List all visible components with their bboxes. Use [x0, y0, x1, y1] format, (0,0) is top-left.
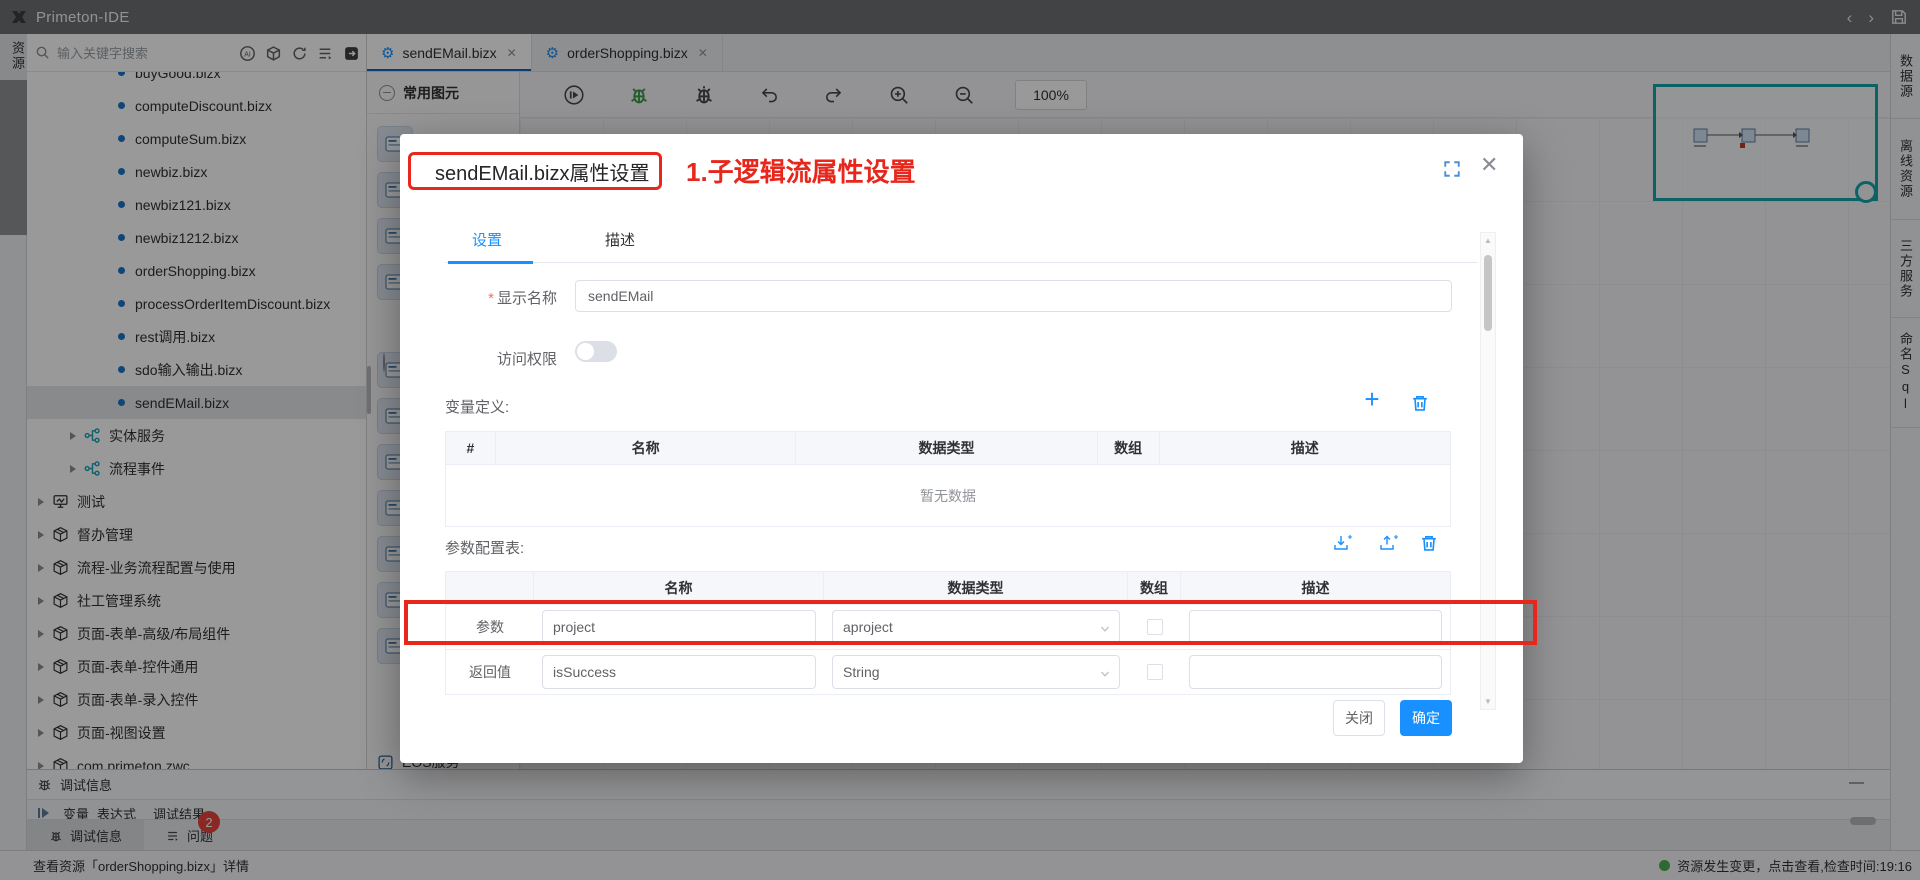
- var-col-header: #: [446, 432, 496, 464]
- param-row-返回值: 返回值isSuccess String: [446, 650, 1450, 695]
- import-params-icon[interactable]: [1333, 533, 1353, 553]
- ide-screen: Primeton-IDE ‹ › 资源 输入关键字搜索 AI buyGood.b…: [0, 0, 1920, 880]
- param-datatype-select[interactable]: String: [832, 655, 1120, 689]
- scroll-up-icon[interactable]: ▲: [1481, 236, 1495, 245]
- param-description-input[interactable]: [1189, 655, 1442, 689]
- param-name-input[interactable]: isSuccess: [542, 655, 816, 689]
- fullscreen-icon[interactable]: [1443, 160, 1461, 178]
- access-label: 访问权限: [445, 348, 557, 369]
- scroll-down-icon[interactable]: ▼: [1481, 697, 1495, 706]
- close-icon[interactable]: ✕: [1480, 152, 1498, 178]
- close-button[interactable]: 关闭: [1333, 700, 1385, 736]
- param-type-label: 返回值: [446, 650, 534, 695]
- dialog-tab-bar: 设置 描述: [445, 229, 1478, 263]
- display-name-input[interactable]: [575, 280, 1452, 312]
- variables-empty-text: 暂无数据: [446, 465, 1450, 527]
- var-col-header: 数组: [1098, 432, 1160, 464]
- delete-param-icon[interactable]: [1419, 533, 1439, 553]
- var-col-header: 描述: [1160, 432, 1450, 464]
- add-variable-icon[interactable]: +: [1362, 390, 1382, 410]
- annotation-title-box: [408, 152, 662, 190]
- var-col-header: 名称: [496, 432, 796, 464]
- variables-section-label: 变量定义:: [445, 396, 509, 417]
- properties-dialog: sendEMail.bizx属性设置 ✕ 设置描述 ▲ ▼ *显示名称 访问权限…: [400, 134, 1523, 763]
- access-toggle[interactable]: [575, 341, 617, 362]
- display-name-label: *显示名称: [445, 287, 557, 308]
- variables-table: #名称数据类型数组描述 暂无数据: [445, 431, 1451, 527]
- export-params-icon[interactable]: [1379, 533, 1399, 553]
- scrollbar-thumb[interactable]: [1484, 255, 1492, 331]
- param-array-checkbox[interactable]: [1147, 664, 1163, 680]
- annotation-param-row-box: [404, 600, 1537, 645]
- dialog-tab-设置[interactable]: 设置: [472, 229, 502, 250]
- var-col-header: 数据类型: [796, 432, 1097, 464]
- active-tab-underline: [448, 261, 533, 264]
- ok-button[interactable]: 确定: [1400, 700, 1452, 736]
- params-section-label: 参数配置表:: [445, 537, 524, 558]
- dialog-tab-描述[interactable]: 描述: [605, 229, 635, 250]
- annotation-title-note: 1.子逻辑流属性设置: [686, 153, 916, 191]
- delete-variable-icon[interactable]: [1410, 393, 1430, 413]
